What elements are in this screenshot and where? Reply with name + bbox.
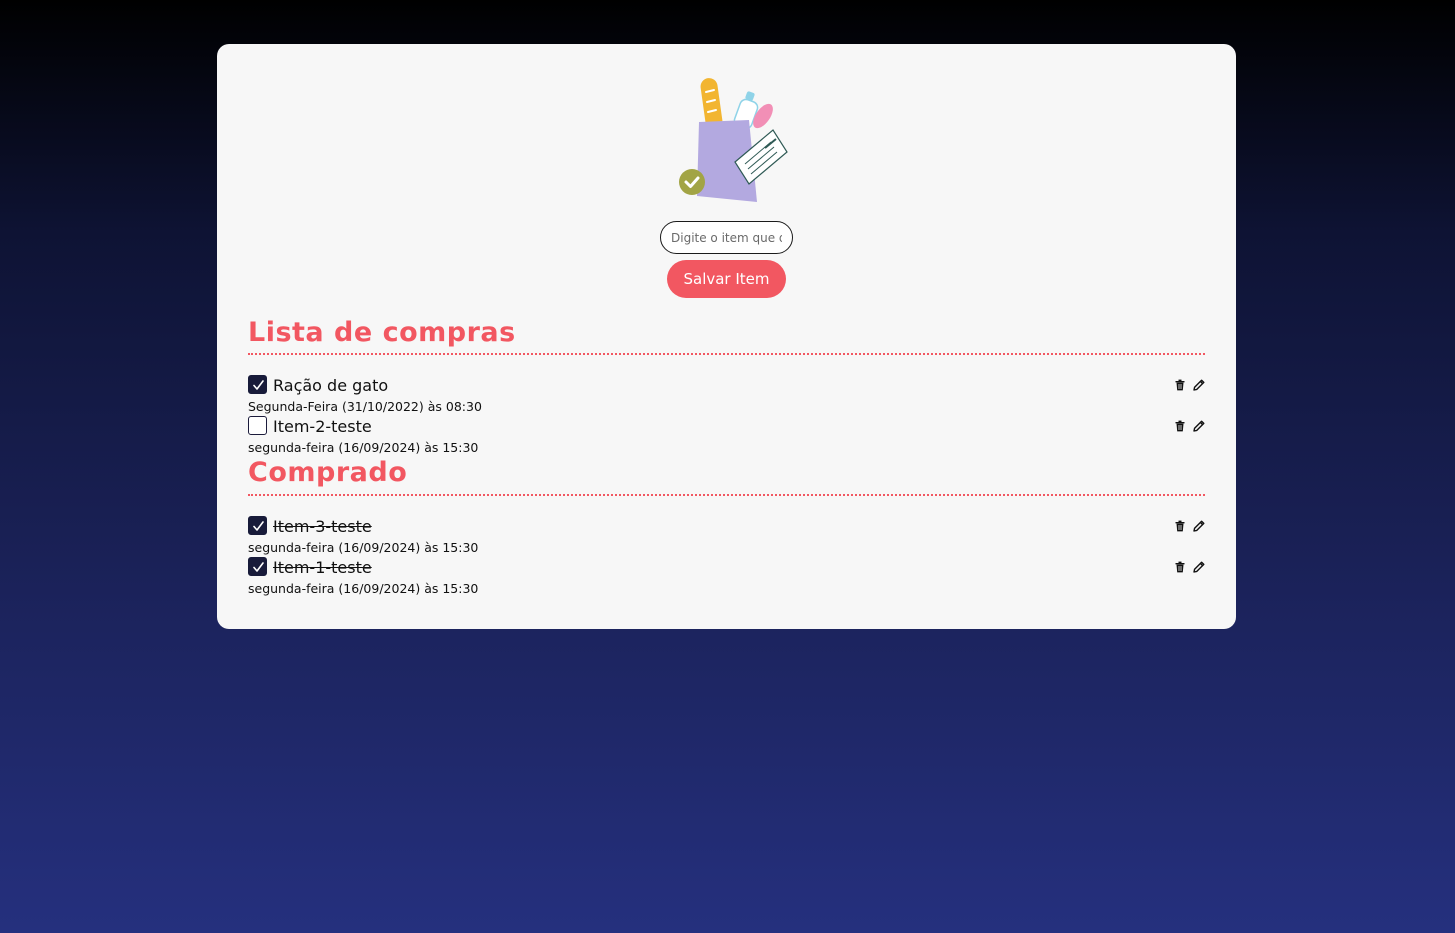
section-divider — [248, 494, 1205, 496]
list-item: Item-1-teste segunda-feira (16/09/2024) … — [248, 557, 1205, 597]
bought-list-title: Comprado — [248, 457, 408, 488]
list-item: Ração de gato Segunda-Feira (31/10/2022)… — [248, 375, 1205, 415]
item-date: segunda-feira (16/09/2024) às 15:30 — [248, 581, 479, 596]
item-name: Item-3-teste — [273, 517, 372, 536]
list-item: Item-2-teste segunda-feira (16/09/2024) … — [248, 416, 1205, 456]
check-icon — [253, 521, 264, 531]
shopping-list-card: Salvar Item Lista de compras Ração de ga… — [217, 44, 1236, 629]
item-name: Item-1-teste — [273, 558, 372, 577]
item-name: Ração de gato — [273, 376, 389, 395]
item-date: segunda-feira (16/09/2024) às 15:30 — [248, 540, 479, 555]
check-icon — [253, 562, 264, 572]
check-icon — [253, 380, 264, 390]
item-checkbox[interactable] — [248, 516, 267, 535]
pencil-icon[interactable] — [1193, 561, 1205, 573]
list-item: Item-3-teste segunda-feira (16/09/2024) … — [248, 516, 1205, 556]
pencil-icon[interactable] — [1193, 379, 1205, 391]
item-name: Item-2-teste — [273, 417, 372, 436]
item-date: segunda-feira (16/09/2024) às 15:30 — [248, 440, 479, 455]
trash-icon[interactable] — [1174, 561, 1186, 573]
save-item-button[interactable]: Salvar Item — [667, 260, 786, 298]
pencil-icon[interactable] — [1193, 520, 1205, 532]
item-checkbox[interactable] — [248, 557, 267, 576]
pencil-icon[interactable] — [1193, 420, 1205, 432]
grocery-bag-icon — [679, 78, 788, 202]
item-input[interactable] — [660, 221, 793, 254]
section-divider — [248, 353, 1205, 355]
item-date: Segunda-Feira (31/10/2022) às 08:30 — [248, 399, 482, 414]
trash-icon[interactable] — [1174, 379, 1186, 391]
item-checkbox[interactable] — [248, 416, 267, 435]
trash-icon[interactable] — [1174, 420, 1186, 432]
shopping-list-title: Lista de compras — [248, 317, 516, 348]
item-checkbox[interactable] — [248, 375, 267, 394]
trash-icon[interactable] — [1174, 520, 1186, 532]
